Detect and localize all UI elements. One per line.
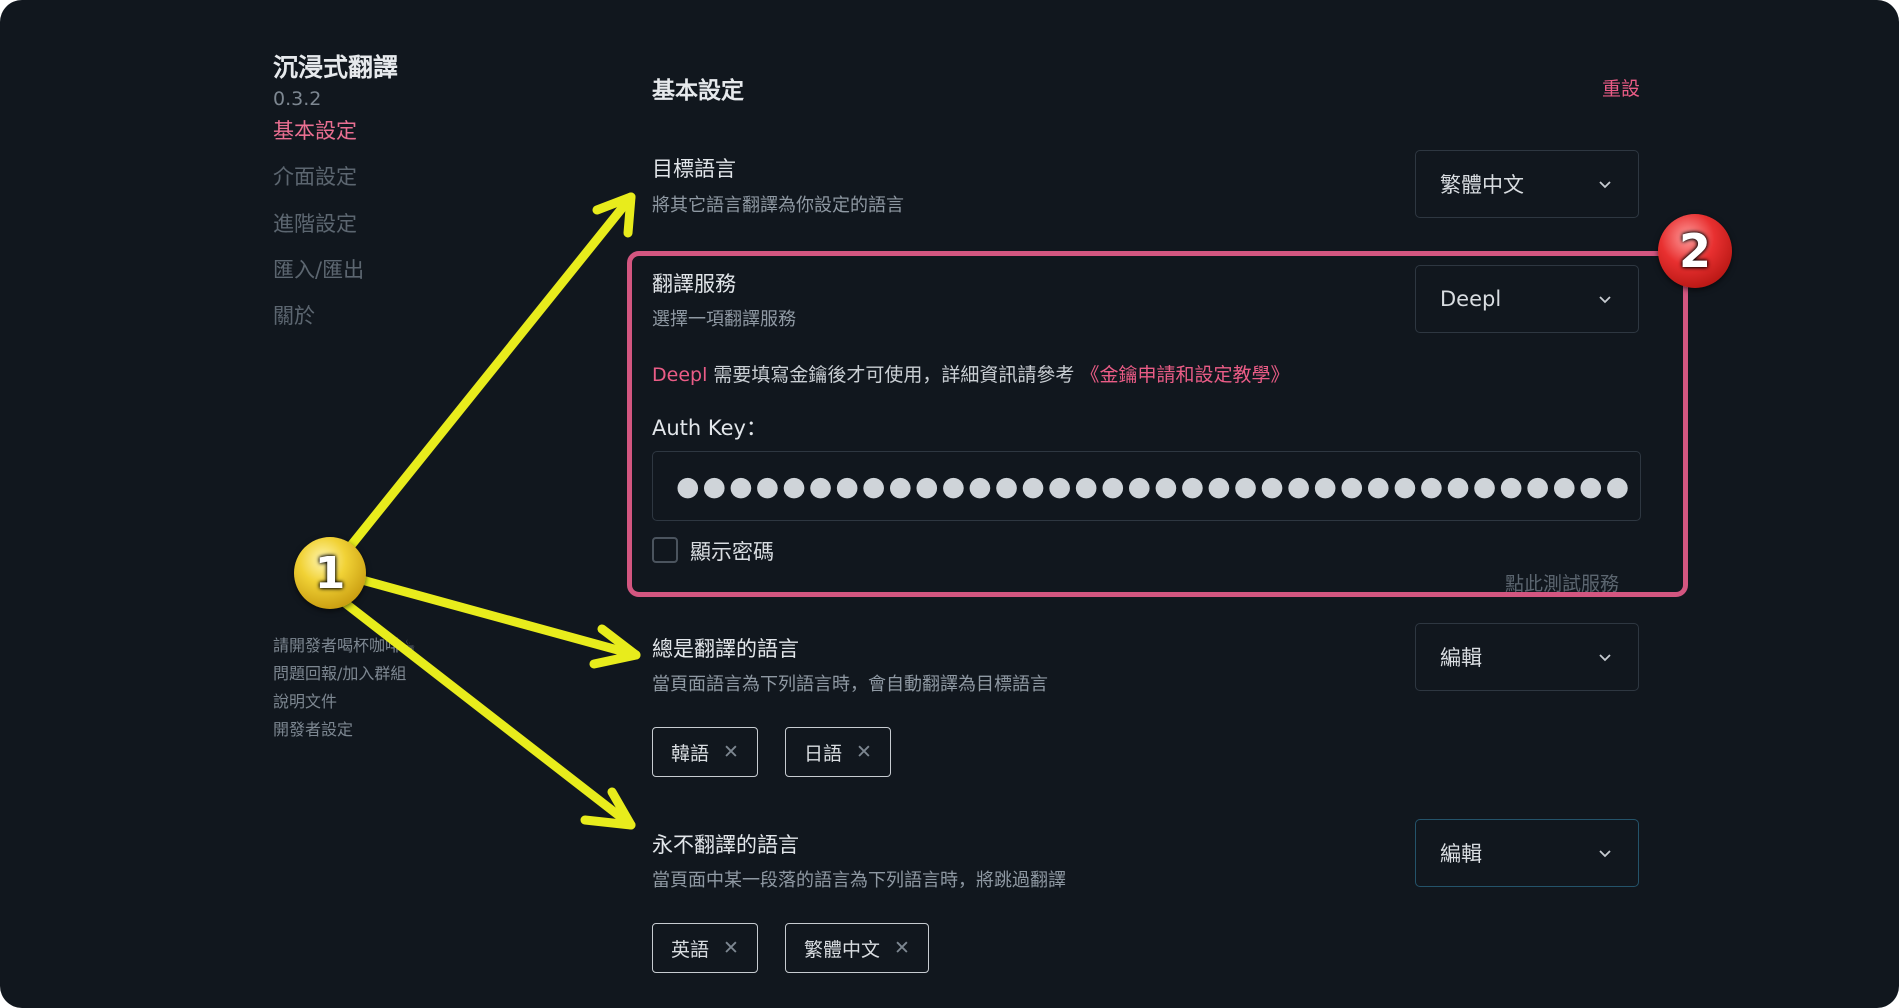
annotation-badge-1: 1 <box>294 537 366 609</box>
arrow-to-target-language <box>332 192 636 568</box>
app-window: 沉浸式翻譯 0.3.2 基本設定 介面設定 進階設定 匯入/匯出 關於 請開發者… <box>0 0 1899 1008</box>
annotation-badge-2: 2 <box>1658 214 1732 288</box>
annotation-arrows <box>332 192 641 830</box>
arrow-to-never-translate <box>340 598 636 830</box>
